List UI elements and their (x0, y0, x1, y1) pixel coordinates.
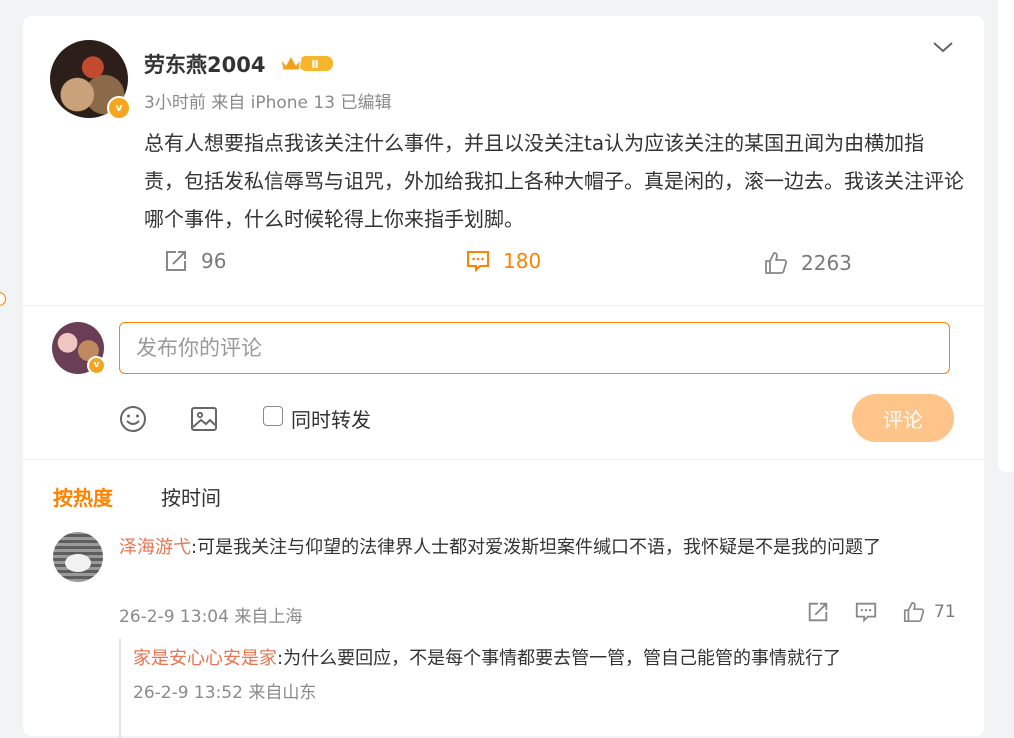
repost-count: 96 (201, 249, 227, 273)
reply-username[interactable]: 家是安心心安是家 (133, 648, 277, 669)
repost-button[interactable]: 96 (163, 248, 226, 274)
comment-button[interactable]: 180 (465, 248, 541, 274)
right-sidebar-partial (998, 0, 1014, 472)
weibo-post-card: v 劳东燕2004 Ⅱ 3小时前 来自 iPhone 13 已编辑 总有人想要指… (23, 16, 984, 738)
rank-level-label: Ⅱ (311, 58, 318, 71)
reply-meta: 26-2-9 13:52 来自山东 (133, 683, 317, 703)
comment-input[interactable] (119, 322, 950, 374)
divider (23, 459, 984, 460)
comment-icon (855, 602, 877, 623)
reply-body: :为什么要回应，不是每个事情都要去管一管，管自己能管的事情就行了 (277, 648, 842, 669)
rank-crown-icon[interactable]: Ⅱ (279, 52, 335, 74)
comment-meta: 26-2-9 13:04 来自上海 (119, 607, 303, 627)
verified-badge-icon: v (87, 356, 106, 375)
post-meta: 3小时前 来自 iPhone 13 已编辑 (144, 93, 392, 113)
comment-body: :可是我关注与仰望的法律界人士都对爱泼斯坦案件缄口不语，我怀疑是不是我的问题了 (191, 537, 882, 558)
reply-text: 家是安心心安是家:为什么要回应，不是每个事情都要去管一管，管自己能管的事情就行了 (133, 644, 841, 670)
comment-reply-button[interactable] (854, 600, 878, 624)
left-edge-partial-element (0, 292, 6, 306)
divider (23, 305, 984, 306)
like-button[interactable]: 2263 (763, 250, 852, 276)
post-body: 总有人想要指点我该关注什么事件，并且以没关注ta认为应该关注的某国丑闻为由横加指… (144, 131, 964, 231)
like-icon (765, 252, 788, 274)
commenter-avatar[interactable] (53, 532, 103, 582)
tab-sort-hot[interactable]: 按热度 (53, 482, 113, 511)
comment-count: 180 (503, 249, 542, 273)
comment-like-button[interactable]: 71 (902, 600, 956, 624)
commenter-username[interactable]: 泽海游弋 (119, 537, 191, 558)
repost-icon (808, 602, 828, 622)
also-repost-label[interactable]: 同时转发 (291, 404, 371, 433)
image-icon[interactable] (189, 404, 219, 434)
verified-badge-icon: v (107, 96, 131, 120)
tab-sort-time[interactable]: 按时间 (161, 482, 221, 511)
reply-thread-bar (119, 638, 121, 738)
submit-comment-button[interactable]: 评论 (852, 394, 954, 442)
like-count: 2263 (801, 251, 852, 275)
comment-icon (467, 251, 489, 273)
repost-icon (166, 251, 186, 271)
comment-like-count: 71 (934, 602, 956, 622)
chevron-down-icon[interactable] (931, 38, 955, 56)
emoji-icon[interactable] (118, 404, 148, 434)
author-username[interactable]: 劳东燕2004 (144, 49, 265, 79)
comment-text: 泽海游弋:可是我关注与仰望的法律界人士都对爱泼斯坦案件缄口不语，我怀疑是不是我的… (119, 533, 949, 563)
also-repost-checkbox[interactable] (263, 406, 283, 426)
comment-repost-button[interactable] (806, 600, 830, 624)
like-icon (903, 601, 925, 623)
